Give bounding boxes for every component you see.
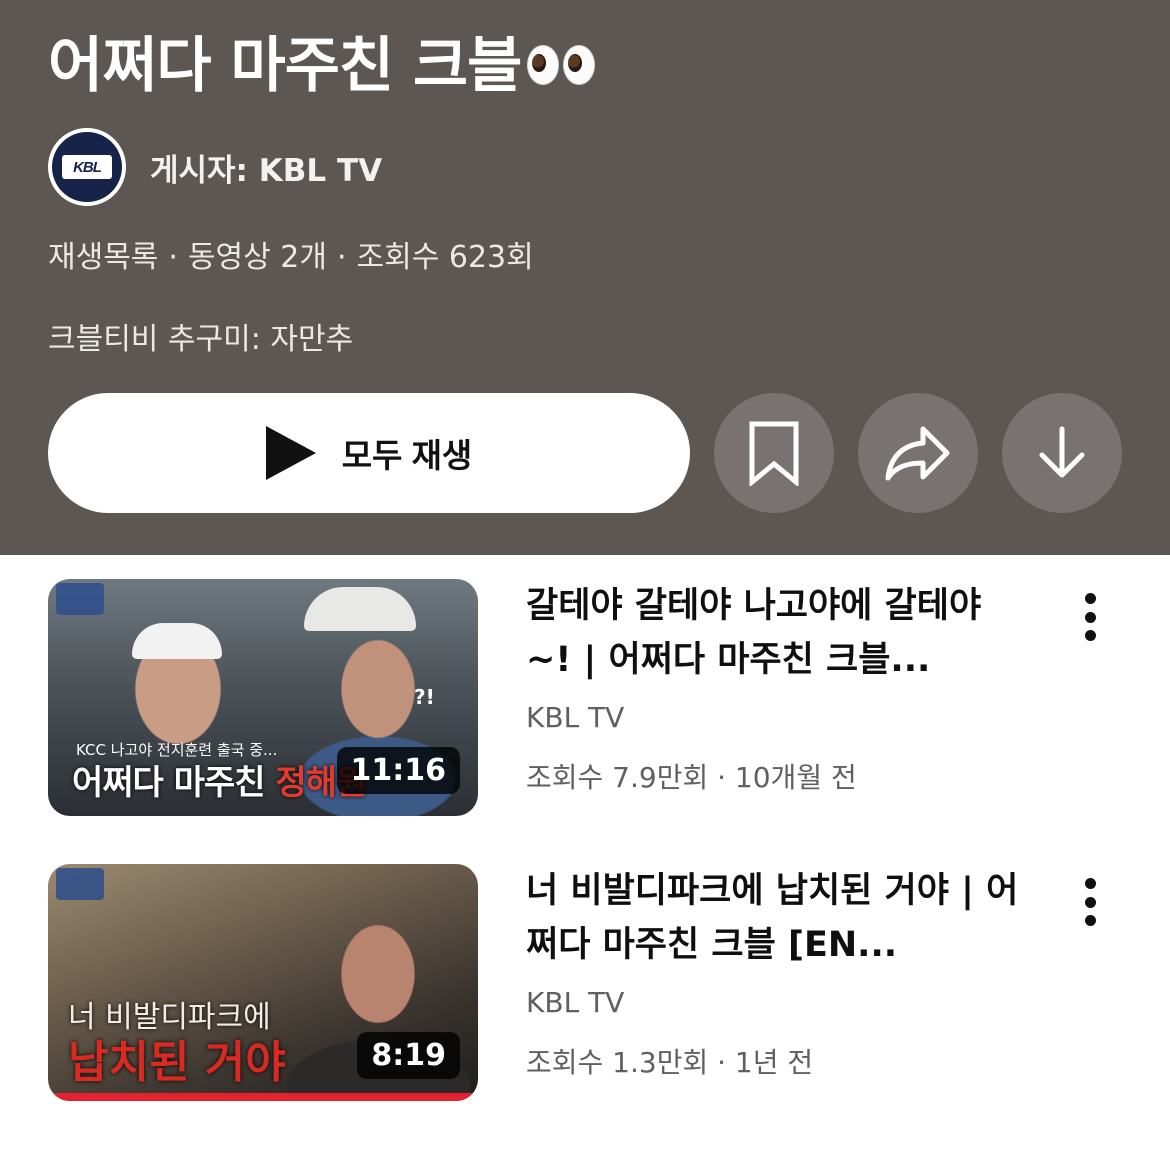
thumbnail-mark: ?!: [414, 685, 435, 709]
more-options-icon[interactable]: [1070, 874, 1110, 930]
view-count: 조회수 623회: [356, 240, 534, 275]
video-title[interactable]: 갈테야 갈테야 나고야에 갈테야~! | 어쩌다 마주친 크블...: [526, 579, 1026, 687]
share-button[interactable]: [858, 393, 978, 513]
watch-progress-bar: [48, 1093, 478, 1101]
playlist-title: 어쩌다 마주친 크블: [48, 26, 596, 106]
playlist-description[interactable]: 크블티비 추구미: 자만추: [48, 314, 353, 358]
video-meta: 조회수 1.3만회 · 1년 전: [526, 1046, 814, 1079]
video-channel[interactable]: KBL TV: [526, 986, 1026, 1019]
thumbnail-title: 어쩌다 마주친 정해원: [72, 763, 367, 803]
list-item[interactable]: ?! KCC 나고야 전지훈련 출국 중... 어쩌다 마주친 정해원 11:1…: [48, 579, 1122, 816]
avatar[interactable]: KBL: [48, 128, 126, 206]
cap-shape: [132, 623, 222, 659]
duration-badge: 8:19: [357, 1032, 460, 1079]
video-info[interactable]: 갈테야 갈테야 나고야에 갈테야~! | 어쩌다 마주친 크블... KBL T…: [526, 579, 1026, 796]
download-icon: [1039, 426, 1085, 478]
download-button[interactable]: [1002, 393, 1122, 513]
bookmark-icon: [749, 421, 799, 486]
play-all-label: 모두 재생: [341, 437, 473, 474]
video-channel[interactable]: KBL TV: [526, 701, 1026, 734]
video-meta: 조회수 7.9만회 · 10개월 전: [526, 761, 857, 794]
thumbnail-title: 납치된 거야: [68, 1037, 286, 1088]
cap-shape: [304, 587, 416, 631]
author-name[interactable]: 게시자: KBL TV: [150, 145, 382, 190]
separator-dot: ·: [168, 240, 178, 275]
separator-dot: ·: [336, 240, 347, 275]
more-options-icon[interactable]: [1070, 589, 1110, 645]
video-thumbnail[interactable]: 너 비발디파크에 납치된 거야 8:19: [48, 864, 478, 1101]
playlist-title-text: 어쩌다 마주친 크블: [48, 31, 522, 101]
list-item[interactable]: 너 비발디파크에 납치된 거야 8:19 너 비발디파크에 납치된 거야 | 어…: [48, 864, 1122, 1101]
video-info[interactable]: 너 비발디파크에 납치된 거야 | 어쩌다 마주친 크블 [EN... KBL …: [526, 864, 1026, 1081]
video-thumbnail[interactable]: ?! KCC 나고야 전지훈련 출국 중... 어쩌다 마주친 정해원 11:1…: [48, 579, 478, 816]
channel-badge-icon: [56, 868, 104, 900]
playlist-meta: 재생목록 · 동영상 2개 · 조회수 623회: [48, 232, 534, 276]
author-row[interactable]: KBL 게시자: KBL TV: [48, 128, 382, 206]
channel-badge-icon: [56, 583, 104, 615]
playlist-type: 재생목록: [48, 240, 159, 275]
share-icon: [885, 426, 950, 481]
play-all-button[interactable]: 모두 재생: [48, 393, 690, 513]
eyes-emoji-icon: [527, 45, 596, 86]
video-count: 동영상 2개: [187, 240, 327, 275]
duration-badge: 11:16: [336, 747, 460, 794]
play-icon: [265, 426, 316, 480]
save-playlist-button[interactable]: [714, 393, 834, 513]
video-title[interactable]: 너 비발디파크에 납치된 거야 | 어쩌다 마주친 크블 [EN...: [526, 864, 1026, 972]
kbl-logo-icon: KBL: [62, 155, 112, 179]
playlist-header: 어쩌다 마주친 크블 KBL 게시자: KBL TV 재생목록 · 동영상 2개 · 조…: [0, 0, 1170, 555]
